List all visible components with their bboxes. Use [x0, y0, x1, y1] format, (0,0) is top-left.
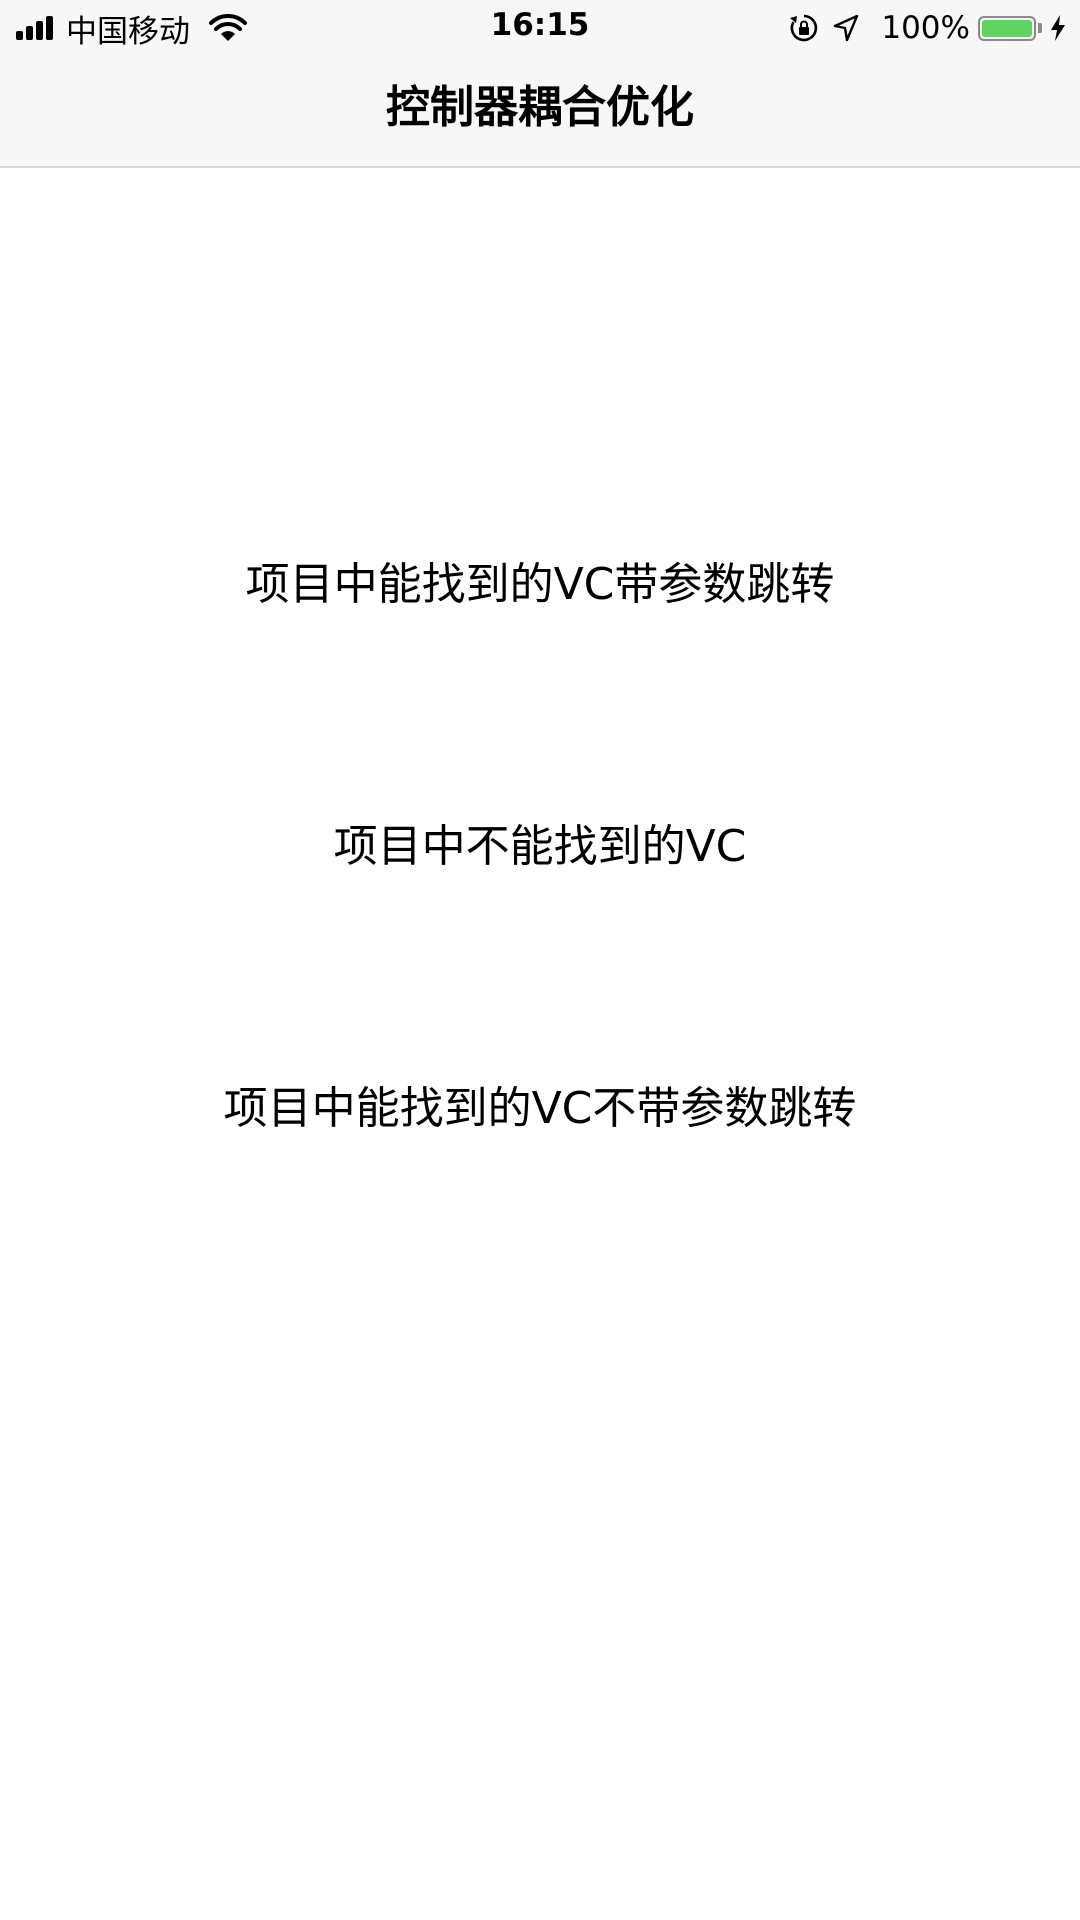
- charging-bolt-icon: [1051, 15, 1065, 41]
- location-arrow-icon: [834, 14, 859, 42]
- battery-icon: [978, 15, 1036, 41]
- nav-title: 控制器耦合优化: [386, 82, 694, 133]
- top-chrome: 中国移动 16:15 100% 控制器耦合优化: [0, 0, 1080, 168]
- battery-percent: 100%: [881, 10, 970, 46]
- orientation-lock-icon: [790, 14, 818, 42]
- status-right: 100%: [789, 8, 1066, 48]
- battery-level: [982, 19, 1032, 37]
- vc-with-params-button[interactable]: 项目中能找到的VC带参数跳转: [0, 530, 1080, 640]
- vc-not-found-button[interactable]: 项目中不能找到的VC: [0, 792, 1080, 902]
- status-bar: 中国移动 16:15 100%: [0, 0, 1080, 54]
- vc-without-params-button[interactable]: 项目中能找到的VC不带参数跳转: [0, 1054, 1080, 1164]
- battery-cap: [1038, 23, 1042, 33]
